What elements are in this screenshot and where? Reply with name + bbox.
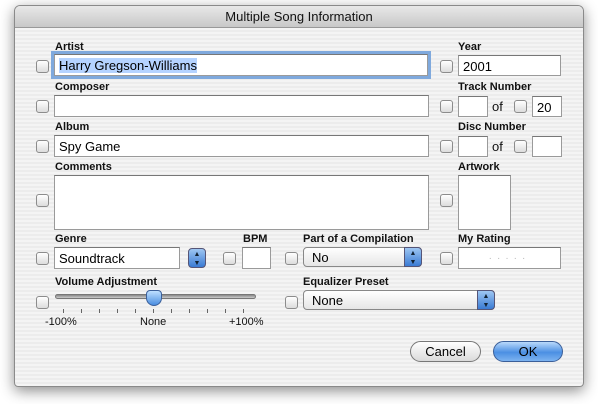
my-rating-label: My Rating [458, 233, 511, 245]
volume-checkbox[interactable] [36, 296, 49, 309]
volume-tick [189, 309, 190, 313]
bpm-checkbox[interactable] [223, 252, 236, 265]
chevron-updown-icon: ▲ ▼ [404, 247, 422, 267]
genre-checkbox[interactable] [36, 252, 49, 265]
album-checkbox[interactable] [36, 140, 49, 153]
track-number-label: Track Number [458, 81, 532, 93]
equalizer-value: None [312, 293, 344, 308]
equalizer-checkbox[interactable] [285, 296, 298, 309]
volume-mid-label: None [140, 316, 167, 328]
track-total-checkbox[interactable] [514, 100, 527, 113]
volume-tick [81, 309, 82, 313]
volume-tick [99, 309, 100, 313]
disc-of-label: of [492, 139, 503, 154]
comments-checkbox[interactable] [36, 194, 49, 207]
composer-input[interactable] [54, 95, 429, 117]
year-checkbox[interactable] [440, 60, 453, 73]
volume-tick [63, 309, 64, 313]
my-rating-stars[interactable]: ····· [458, 247, 561, 269]
artwork-label: Artwork [458, 161, 500, 173]
volume-tick [171, 309, 172, 313]
ok-button[interactable]: OK [493, 341, 563, 362]
volume-tick [225, 309, 226, 313]
volume-slider-thumb[interactable] [146, 290, 162, 306]
artist-input[interactable]: Harry Gregson-Williams [54, 54, 428, 76]
comments-label: Comments [55, 161, 112, 173]
volume-tick [117, 309, 118, 313]
year-label: Year [458, 41, 482, 53]
volume-max-label: +100% [229, 316, 264, 328]
artist-label: Artist [55, 41, 84, 53]
volume-tick [207, 309, 208, 313]
cancel-button[interactable]: Cancel [410, 341, 481, 362]
compilation-value: No [312, 250, 329, 265]
volume-min-label: -100% [45, 316, 77, 328]
composer-label: Composer [55, 81, 110, 93]
artwork-checkbox[interactable] [440, 194, 453, 207]
track-total-input[interactable]: 20 [532, 96, 562, 117]
album-label: Album [55, 121, 90, 133]
equalizer-label: Equalizer Preset [303, 276, 389, 288]
disc-number-checkbox[interactable] [440, 140, 453, 153]
artwork-well[interactable] [458, 175, 511, 230]
disc-total-checkbox[interactable] [514, 140, 527, 153]
my-rating-checkbox[interactable] [440, 252, 453, 265]
window-title: Multiple Song Information [15, 6, 583, 28]
disc-number-input[interactable] [458, 136, 488, 157]
track-of-label: of [492, 99, 503, 114]
compilation-popup[interactable]: No ▲ ▼ [303, 247, 422, 267]
track-number-input[interactable] [458, 96, 488, 117]
compilation-label: Part of a Compilation [303, 233, 414, 245]
genre-input[interactable]: Soundtrack [54, 247, 180, 269]
equalizer-popup[interactable]: None ▲ ▼ [303, 290, 495, 310]
volume-tick [153, 309, 154, 313]
bpm-label: BPM [243, 233, 268, 245]
volume-tick [243, 309, 244, 313]
artist-checkbox[interactable] [36, 60, 49, 73]
composer-checkbox[interactable] [36, 100, 49, 113]
year-input[interactable]: 2001 [458, 55, 561, 76]
comments-textarea[interactable] [54, 175, 429, 230]
disc-number-label: Disc Number [458, 121, 526, 133]
genre-label: Genre [55, 233, 87, 245]
volume-label: Volume Adjustment [55, 276, 158, 288]
disc-total-input[interactable] [532, 136, 562, 157]
volume-tick [135, 309, 136, 313]
genre-stepper[interactable]: ▲ ▼ [188, 248, 206, 268]
track-number-checkbox[interactable] [440, 100, 453, 113]
artist-value: Harry Gregson-Williams [59, 58, 197, 73]
bpm-input[interactable] [242, 247, 271, 269]
compilation-checkbox[interactable] [285, 252, 298, 265]
album-input[interactable]: Spy Game [54, 135, 429, 157]
chevron-updown-icon: ▲ ▼ [477, 290, 495, 310]
